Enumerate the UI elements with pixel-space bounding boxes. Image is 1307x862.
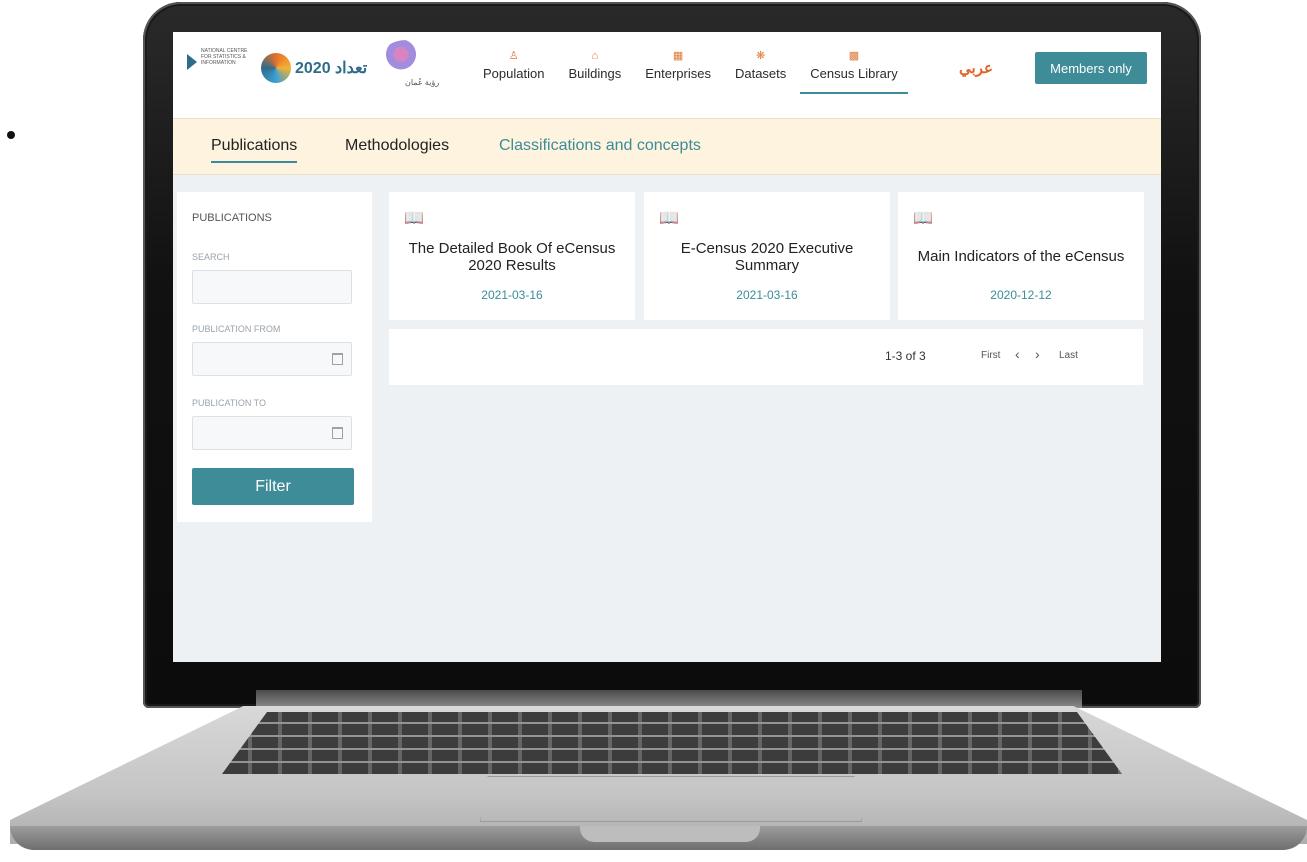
nav-population[interactable]: ♙ Population	[471, 48, 556, 96]
publication-card[interactable]: 📖 The Detailed Book Of eCensus 2020 Resu…	[389, 192, 635, 320]
publication-to-date-input[interactable]	[192, 416, 352, 450]
book-icon: 📖	[404, 210, 424, 227]
publication-date: 2021-03-16	[481, 288, 543, 302]
language-toggle-link[interactable]: عربي	[959, 59, 993, 77]
library-subnav: Publications Methodologies Classificatio…	[173, 118, 1161, 175]
people-icon: ♙	[508, 50, 519, 62]
nav-datasets[interactable]: ❋ Datasets	[723, 48, 798, 96]
pagination-last-button[interactable]: Last	[1059, 350, 1078, 361]
book-icon: 📖	[913, 210, 933, 227]
laptop-screen: NATIONAL CENTRE FOR STATISTICS & INFORMA…	[173, 32, 1161, 662]
publication-title[interactable]: Main Indicators of the eCensus	[908, 248, 1134, 265]
publications-filter-panel: PUBLICATIONS SEARCH PUBLICATION FROM PUB…	[177, 192, 372, 522]
census-logo-text: 2020 تعداد	[295, 60, 368, 77]
publication-to-label: PUBLICATION TO	[192, 398, 267, 408]
nav-census-library[interactable]: ▩ Census Library	[798, 48, 909, 96]
nav-buildings[interactable]: ⌂ Buildings	[556, 48, 633, 96]
publication-date: 2021-03-16	[736, 288, 798, 302]
top-navigation-bar: NATIONAL CENTRE FOR STATISTICS & INFORMA…	[173, 32, 1161, 118]
tab-publications[interactable]: Publications	[211, 137, 298, 163]
laptop-trackpad	[480, 776, 862, 822]
publication-from-label: PUBLICATION FROM	[192, 324, 281, 334]
pagination-range: 1-3 of 3	[885, 349, 926, 363]
calendar-icon[interactable]	[332, 353, 343, 365]
publication-card[interactable]: 📖 Main Indicators of the eCensus 2020-12…	[898, 192, 1144, 320]
census-emblem-icon	[261, 53, 291, 83]
search-label: SEARCH	[192, 252, 230, 262]
laptop-notch	[580, 826, 760, 842]
tab-classifications[interactable]: Classifications and concepts	[499, 137, 701, 155]
nav-label: Buildings	[568, 66, 622, 81]
building-icon: ▦	[672, 50, 684, 62]
publication-title[interactable]: E-Census 2020 Executive Summary	[654, 240, 880, 274]
publication-date: 2020-12-12	[990, 288, 1052, 302]
publication-from-date-input[interactable]	[192, 342, 352, 376]
filter-panel-title: PUBLICATIONS	[192, 212, 272, 224]
pagination-next-icon[interactable]: ›	[1035, 346, 1040, 362]
dataset-icon: ❋	[756, 50, 766, 62]
publication-card[interactable]: 📖 E-Census 2020 Executive Summary 2021-0…	[644, 192, 890, 320]
pagination-bar: 1-3 of 3 First ‹ › Last	[389, 329, 1143, 385]
publication-title[interactable]: The Detailed Book Of eCensus 2020 Result…	[399, 240, 625, 274]
nav-label: Census Library	[810, 66, 898, 81]
main-nav: ♙ Population ⌂ Buildings ▦ Enterprises ❋…	[471, 48, 910, 96]
library-icon: ▩	[848, 50, 860, 62]
nav-label: Datasets	[734, 66, 787, 81]
census-2020-logo[interactable]: 2020 تعداد	[261, 50, 369, 86]
ncsi-logo-text: NATIONAL CENTRE FOR STATISTICS & INFORMA…	[201, 48, 248, 66]
laptop-hinge	[256, 690, 1082, 708]
vision-logo-text: رؤية عُمان	[405, 78, 440, 87]
oman-vision-logo[interactable]: رؤية عُمان	[377, 40, 457, 92]
pagination-first-button[interactable]: First	[981, 350, 1000, 361]
members-only-button[interactable]: Members only	[1035, 52, 1147, 84]
calendar-icon[interactable]	[332, 427, 343, 439]
book-icon: 📖	[659, 210, 679, 227]
bullet-dot	[7, 131, 15, 139]
search-input[interactable]	[192, 270, 352, 304]
nav-enterprises[interactable]: ▦ Enterprises	[633, 48, 723, 96]
vision-swirl-icon	[381, 40, 431, 76]
nav-label: Population	[483, 66, 545, 81]
filter-button[interactable]: Filter	[192, 468, 354, 505]
pagination-prev-icon[interactable]: ‹	[1015, 346, 1020, 362]
laptop-keyboard	[222, 712, 1122, 774]
house-icon: ⌂	[591, 50, 599, 62]
nav-label: Enterprises	[645, 66, 711, 81]
ncsi-logo[interactable]: NATIONAL CENTRE FOR STATISTICS & INFORMA…	[187, 48, 257, 92]
tab-methodologies[interactable]: Methodologies	[345, 137, 449, 155]
ncsi-arrow-icon	[187, 54, 197, 70]
